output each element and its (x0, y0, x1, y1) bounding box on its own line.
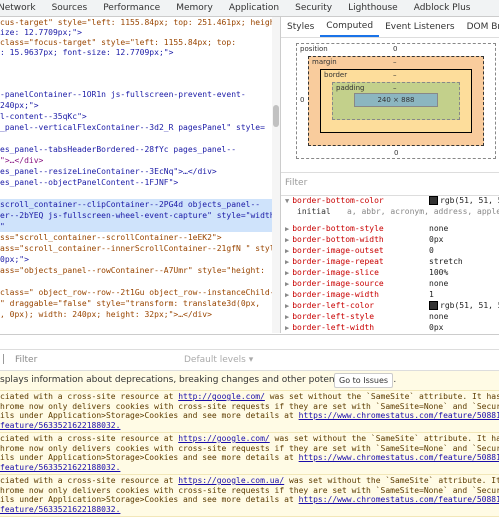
computed-filter[interactable]: Filter (281, 172, 499, 196)
margin-top-value: – (393, 58, 397, 66)
sidebar-toggle-icon[interactable] (3, 354, 10, 364)
border-label: border (324, 71, 348, 79)
chromestatus-link[interactable]: feature/5633521622188032. (0, 421, 499, 431)
resource-link[interactable]: https://google.com/ (178, 434, 270, 443)
prop-row[interactable]: ▶ border-image-outset 0 (281, 245, 499, 256)
log-levels-dropdown[interactable]: Default levels ▾ (184, 355, 253, 365)
dom-line[interactable]: _panel--verticalFlexContainer--3d2_R pag… (0, 122, 272, 134)
initial-label: initial (297, 207, 331, 216)
tab-adblock-plus[interactable]: Adblock Plus (406, 0, 479, 16)
position-label: position (300, 45, 328, 53)
console-filter-bar: Filter Default levels ▾ (0, 350, 499, 371)
prop-value: rgb(51, 51, 51) (440, 196, 499, 205)
prop-row[interactable]: ▶border-left-colorrgb(51, 51, 51) (281, 300, 499, 311)
elements-tree[interactable]: cus-target" style="left: 1155.84px; top:… (0, 17, 281, 333)
tab-computed[interactable]: Computed (320, 17, 380, 37)
position-left-value: 0 (300, 96, 305, 104)
console-warning-message: ciated with a cross-site resource at htt… (0, 391, 499, 433)
elements-scrollbar[interactable] (272, 17, 280, 333)
tab-application[interactable]: Application (221, 0, 287, 16)
initial-selectors: a, abbr, acronym, address, applet, ar (347, 207, 499, 216)
styles-panel: Styles Computed Event Listeners DOM Brea… (281, 17, 499, 333)
padding-top-value: – (393, 84, 397, 92)
position-top-value: 0 (393, 45, 398, 53)
prop-row[interactable]: ▼border-bottom-color rgb(51, 51, 51) (281, 195, 499, 206)
prop-row[interactable]: ▶ border-image-repeat stretch (281, 256, 499, 267)
tab-lighthouse[interactable]: Lighthouse (340, 0, 406, 16)
tab-dom-breakpoints[interactable]: DOM Breakpoints (461, 17, 499, 37)
content-size: 240 × 888 (377, 96, 415, 104)
resource-link[interactable]: https://google.com.ua/ (178, 476, 284, 485)
margin-label: margin (312, 58, 337, 66)
console-drawer: Filter Default levels ▾ splays informati… (0, 334, 499, 517)
console-filter-input[interactable]: Filter (15, 355, 37, 365)
prop-initial-row: initial a, abbr, acronym, address, apple… (281, 206, 499, 217)
dom-line-selected[interactable]: scroll_container--clipContainer--2PG4d o… (0, 199, 272, 232)
go-to-issues-button[interactable]: Go to Issues (334, 373, 394, 388)
tab-network[interactable]: Network (0, 0, 44, 16)
issues-banner: splays information about deprecations, b… (0, 371, 499, 391)
chromestatus-link[interactable]: https://www.chromestatus.com/feature/508… (299, 411, 499, 420)
prop-row[interactable]: ▶ border-image-width 1 (281, 289, 499, 300)
tab-sources[interactable]: Sources (44, 0, 96, 16)
tab-event-listeners[interactable]: Event Listeners (379, 17, 461, 37)
prop-row[interactable]: ▶ border-image-slice 100% (281, 267, 499, 278)
dom-line[interactable]: , 0px); width: 240px; height: 32px;">…</… (0, 309, 272, 321)
tab-security[interactable]: Security (287, 0, 340, 16)
prop-row[interactable]: ▶ border-bottom-style none (281, 223, 499, 234)
prop-name: border-bottom-color (292, 196, 384, 205)
resource-link[interactable]: http://google.com/ (178, 392, 265, 401)
prop-row[interactable]: ▶ border-image-source none (281, 278, 499, 289)
elements-scrollbar-thumb[interactable] (273, 105, 279, 127)
dom-line[interactable]: ass="objects_panel--rowContainer--A7Umr"… (0, 265, 272, 277)
dom-line[interactable]: es_panel--objectPanelContent--1FJNF"> (0, 177, 272, 189)
tab-memory[interactable]: Memory (168, 0, 221, 16)
chromestatus-link[interactable]: feature/5633521622188032. (0, 505, 499, 515)
sidebar-tabs: Styles Computed Event Listeners DOM Brea… (281, 17, 499, 38)
prop-row[interactable]: ▶ border-left-width 0px (281, 322, 499, 333)
prop-row[interactable]: ▶ border-left-style none (281, 311, 499, 322)
console-warning-message: ciated with a cross-site resource at htt… (0, 475, 499, 517)
console-toolbar (0, 335, 499, 350)
dom-line[interactable]: : 15.9637px; font-size: 12.7709px;"> (0, 47, 272, 59)
chromestatus-link[interactable]: feature/5633521622188032. (0, 463, 499, 473)
computed-filter-placeholder: Filter (285, 178, 308, 188)
computed-properties: ▼border-bottom-color rgb(51, 51, 51) ini… (281, 195, 499, 333)
console-warning-message: ciated with a cross-site resource at htt… (0, 433, 499, 475)
padding-label: padding (336, 84, 365, 92)
color-swatch-icon[interactable] (429, 301, 438, 310)
color-swatch-icon[interactable] (429, 196, 438, 205)
tab-styles[interactable]: Styles (281, 17, 320, 37)
chromestatus-link[interactable]: https://www.chromestatus.com/feature/508… (299, 453, 499, 462)
prop-row[interactable]: ▶ border-bottom-width 0px (281, 234, 499, 245)
devtools-tabbar: Network Sources Performance Memory Appli… (0, 0, 499, 17)
border-top-value: – (393, 71, 397, 79)
tab-performance[interactable]: Performance (95, 0, 168, 16)
position-bottom-value: 0 (394, 149, 399, 157)
chromestatus-link[interactable]: https://www.chromestatus.com/feature/508… (299, 495, 499, 504)
content-box: 240 × 888 (354, 93, 438, 107)
